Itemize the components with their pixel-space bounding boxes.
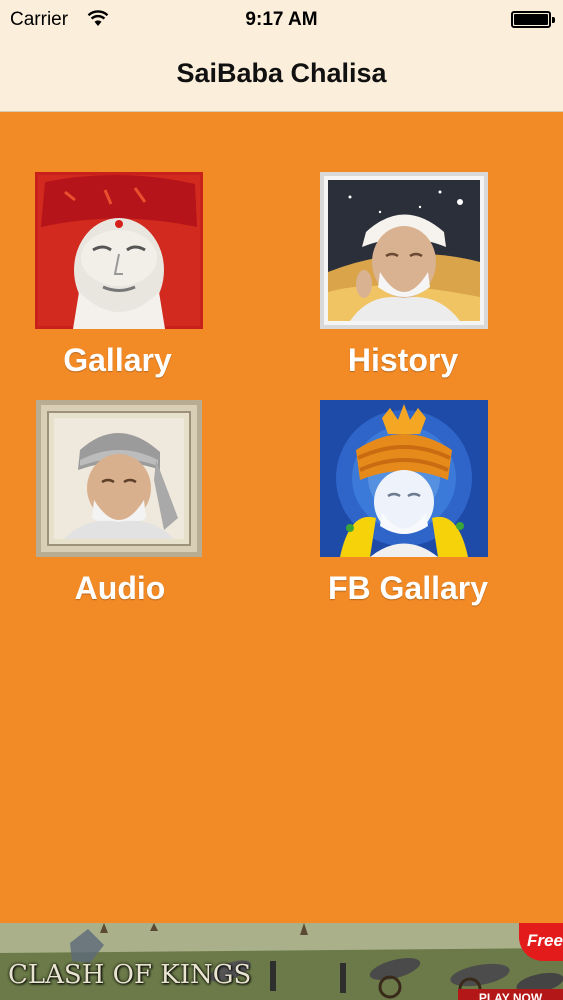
saibaba-history-portrait-icon[interactable] xyxy=(320,172,488,329)
ad-banner[interactable]: CLASH OF KINGS Free PLAY NOW xyxy=(0,923,563,1000)
ad-play-now-button[interactable]: PLAY NOW xyxy=(458,989,563,1000)
saibaba-audio-portrait-icon[interactable] xyxy=(36,400,202,557)
navigation-bar: SaiBaba Chalisa xyxy=(0,40,563,112)
menu-item-fb-gallary[interactable]: FB Gallary xyxy=(283,398,523,613)
status-bar: Carrier 9:17 AM xyxy=(0,0,563,40)
saibaba-red-portrait-icon[interactable] xyxy=(35,172,203,329)
menu-item-label: History xyxy=(347,342,459,378)
menu-item-label: Audio xyxy=(74,570,166,606)
menu-item-label: Gallary xyxy=(63,342,172,378)
ad-logo: CLASH OF KINGS xyxy=(8,960,252,990)
clock-time: 9:17 AM xyxy=(245,9,318,30)
menu-item-audio[interactable]: Audio xyxy=(0,398,240,613)
page-title: SaiBaba Chalisa xyxy=(176,58,387,88)
menu-item-gallary[interactable]: Gallary xyxy=(0,170,240,385)
battery-icon xyxy=(511,11,555,28)
menu-item-history[interactable]: History xyxy=(283,170,523,385)
saibaba-fb-portrait-icon[interactable] xyxy=(320,400,488,557)
menu-item-label: FB Gallary xyxy=(327,570,489,606)
